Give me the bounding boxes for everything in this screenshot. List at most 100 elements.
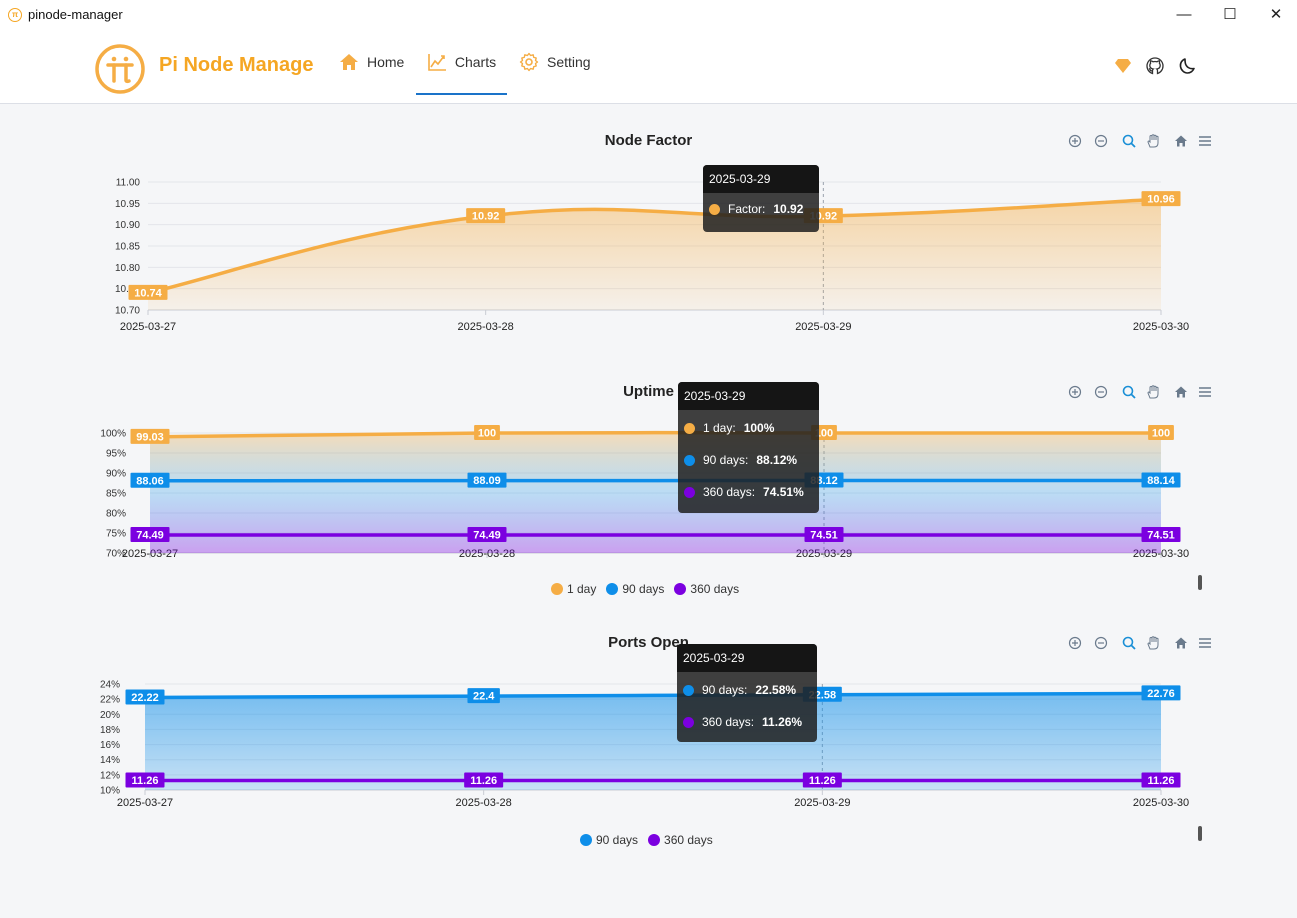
chart-legend: 1 day 90 days 360 days: [551, 582, 739, 596]
tooltip-label: 360 days:: [702, 715, 755, 729]
data-label: 11.26: [470, 775, 497, 787]
data-label: 11.26: [1148, 775, 1175, 787]
x-tick-label: 2025-03-27: [117, 797, 173, 809]
tooltip-label: 360 days:: [703, 485, 756, 499]
series-dot-icon: [684, 486, 695, 498]
data-label: 100: [1152, 428, 1170, 440]
tooltip-label: Factor:: [728, 202, 766, 216]
legend-scroll-handle[interactable]: [1198, 575, 1202, 590]
tooltip-value: 22.58%: [755, 683, 797, 697]
tooltip-row: Factor: 10.92: [703, 193, 819, 225]
data-label: 99.03: [136, 431, 164, 443]
uptime-chart: Uptime 70% 75% 80% 85% 90% 95% 100% 2025-03-27 2…: [0, 355, 1297, 605]
data-label: 11.26: [132, 775, 159, 787]
tooltip-row: 90 days: 22.58%: [677, 674, 817, 706]
data-label: 88.06: [136, 475, 164, 487]
pi-logo-icon: [95, 44, 145, 94]
data-label: 88.14: [1147, 475, 1175, 487]
nav-setting-label: Setting: [547, 54, 591, 70]
legend-item[interactable]: 1 day: [551, 582, 596, 596]
legend-dot-icon: [551, 583, 563, 595]
x-tick-label: 2025-03-30: [1133, 321, 1189, 333]
diamond-icon[interactable]: [1114, 58, 1132, 74]
series-dot-icon: [683, 716, 694, 728]
x-tick-label: 2025-03-27: [120, 321, 176, 333]
data-label: 11.26: [809, 775, 836, 787]
data-label: 74.51: [1147, 529, 1175, 541]
moon-icon[interactable]: [1178, 57, 1196, 75]
nav-charts[interactable]: Charts: [416, 30, 507, 95]
data-label: 74.49: [473, 530, 501, 542]
series-area: [148, 199, 1161, 310]
node-factor-chart: Node Factor 10.70 10.75 10.80 10.85 10.90 10.…: [0, 104, 1297, 354]
github-icon[interactable]: [1146, 57, 1164, 75]
legend-dot-icon: [648, 834, 661, 846]
y-tick-label: 16%: [100, 740, 120, 751]
data-label: 100: [478, 428, 496, 440]
nav-setting[interactable]: Setting: [519, 30, 591, 94]
legend-item[interactable]: 90 days: [606, 582, 664, 596]
tooltip-label: 90 days:: [703, 453, 749, 467]
navbar: Pi Node Manage Home Charts Setting: [0, 30, 1297, 104]
tooltip-label: 1 day:: [703, 421, 736, 435]
y-tick-label: 80%: [106, 509, 126, 520]
y-tick-label: 100%: [100, 429, 126, 440]
data-label: 74.51: [810, 529, 838, 541]
close-button[interactable]: ✕: [1253, 0, 1297, 30]
home-icon: [340, 54, 358, 70]
legend-dot-icon: [606, 583, 619, 595]
series-dot-icon: [684, 454, 695, 466]
series-area: [145, 693, 1161, 790]
y-tick-label: 95%: [106, 449, 126, 460]
x-tick-label: 2025-03-29: [794, 797, 850, 809]
chart-tooltip: 2025-03-29 90 days: 22.58% 360 days: 11.…: [677, 644, 817, 742]
legend-label: 90 days: [596, 833, 639, 847]
y-tick-label: 75%: [106, 529, 126, 540]
y-tick-label: 12%: [100, 770, 120, 781]
minimize-button[interactable]: —: [1161, 0, 1207, 30]
maximize-button[interactable]: ☐: [1207, 0, 1253, 30]
legend-dot-icon: [674, 583, 687, 595]
node-factor-plot: 10.7010.7510.8010.8510.9010.9511.002025-…: [115, 178, 1189, 334]
app-icon: π: [8, 8, 22, 22]
tooltip-value: 74.51%: [763, 485, 804, 499]
line-chart-icon: [428, 53, 446, 71]
legend-label: 90 days: [622, 582, 665, 596]
y-tick-label: 10.80: [115, 263, 140, 274]
series-dot-icon: [709, 203, 720, 215]
tooltip-value: 88.12%: [756, 453, 798, 467]
chart-legend: 90 days 360 days: [580, 833, 713, 847]
tooltip-row: 360 days: 11.26%: [677, 706, 817, 738]
nav-home[interactable]: Home: [339, 30, 404, 94]
window-titlebar: π pinode-manager — ☐ ✕: [0, 0, 1297, 30]
chart-tooltip: 2025-03-29 Factor: 10.92: [703, 165, 819, 232]
data-label: 74.49: [136, 530, 164, 542]
brand-title: Pi Node Manage: [159, 54, 314, 76]
y-tick-label: 85%: [106, 489, 126, 500]
y-tick-label: 90%: [106, 469, 126, 480]
x-tick-label: 2025-03-29: [795, 321, 851, 333]
y-tick-label: 11.00: [116, 178, 141, 189]
data-label: 22.76: [1147, 688, 1175, 700]
uptime-plot: 70%75%80%85%90%95%100%2025-03-27 2025-03-…: [100, 425, 1189, 560]
y-tick-label: 10.95: [115, 199, 140, 210]
tooltip-date: 2025-03-29: [677, 644, 817, 672]
series-dot-icon: [683, 684, 694, 696]
legend-item[interactable]: 360 days: [674, 582, 739, 596]
tooltip-date: 2025-03-29: [678, 382, 819, 410]
y-tick-label: 22%: [100, 695, 120, 706]
y-tick-label: 24%: [100, 680, 120, 691]
legend-label: 1 day: [567, 582, 597, 596]
y-tick-label: 18%: [100, 725, 120, 736]
legend-item[interactable]: 90 days: [580, 833, 638, 847]
data-label: 22.22: [131, 692, 159, 704]
y-tick-label: 14%: [100, 755, 120, 766]
tooltip-date: 2025-03-29: [703, 165, 819, 193]
legend-scroll-handle[interactable]: [1198, 826, 1202, 841]
window-title: pinode-manager: [28, 7, 123, 22]
nav-charts-label: Charts: [454, 53, 497, 70]
legend-item[interactable]: 360 days: [648, 833, 713, 847]
charts-page: Node Factor 10.70 10.75 10.80 10.85 10.90 10.…: [0, 104, 1297, 918]
chart-tooltip: 2025-03-29 1 day: 100% 90 days: 88.12% 3…: [678, 382, 819, 513]
nav-home-label: Home: [367, 54, 405, 70]
